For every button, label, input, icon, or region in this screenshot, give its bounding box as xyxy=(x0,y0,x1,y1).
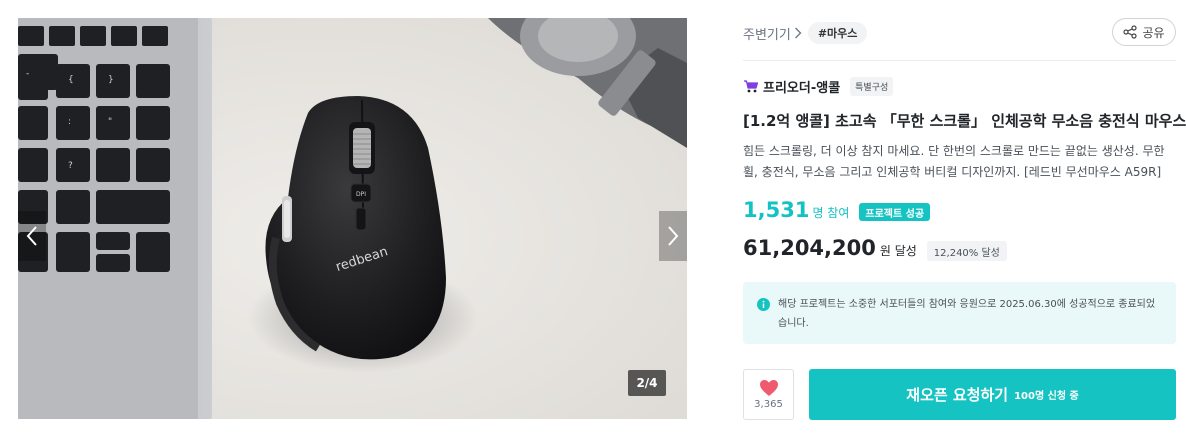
success-badge: 프로젝트 성공 xyxy=(859,203,931,221)
participants-row: 1,531 명 참여 프로젝트 성공 xyxy=(743,198,931,226)
funded-amount-unit: 원 달성 xyxy=(879,244,917,258)
svg-text:": " xyxy=(108,117,112,127)
maker-row: 프리오더-앵콜 특별구성 xyxy=(743,76,894,96)
chevron-right-icon xyxy=(794,27,802,39)
product-description: 힘든 스크롤링, 더 이상 참지 마세요. 단 한번의 스크롤로 만드는 끝없는… xyxy=(743,144,1165,179)
maker-name[interactable]: 프리오더-앵콜 xyxy=(763,77,840,96)
svg-text::: : xyxy=(68,117,71,127)
heart-icon xyxy=(759,380,778,396)
funding-row: 61,204,200 원 달성 12,240% 달성 xyxy=(743,236,1007,266)
notice-text: 해당 프로젝트는 소중한 서포터들의 참여와 응원으로 2025.06.30에 … xyxy=(778,299,1156,329)
product-title: [1.2억 앵콜] 초고속 「무한 스크롤」 인체공학 무소음 충전식 마우스 xyxy=(743,112,1186,130)
maker-cart-icon xyxy=(744,80,759,93)
product-image-gallery[interactable]: - {} : " ? DPI redbean 2/4 xyxy=(18,18,687,419)
product-photo: - {} : " ? DPI redbean xyxy=(18,18,687,419)
category-tag-chip[interactable]: #마우스 xyxy=(807,22,868,44)
header-divider xyxy=(743,60,1176,61)
chevron-left-icon xyxy=(26,226,37,246)
funded-amount: 61,204,200 xyxy=(743,236,876,260)
svg-text:-: - xyxy=(26,69,29,79)
maker-badge: 특별구성 xyxy=(850,76,894,96)
reopen-request-count: 100명 신청 중 xyxy=(1014,391,1079,402)
share-icon xyxy=(1123,25,1138,39)
participants-count: 1,531 xyxy=(743,198,810,222)
breadcrumb: 주변기기 #마우스 xyxy=(743,20,868,46)
svg-text:}: } xyxy=(108,75,114,85)
like-count: 3,365 xyxy=(754,399,783,410)
breadcrumb-category-link[interactable]: 주변기기 xyxy=(743,24,802,43)
svg-text:?: ? xyxy=(68,161,73,171)
share-button[interactable]: 공유 xyxy=(1112,18,1176,46)
info-icon xyxy=(757,298,770,311)
achievement-rate-badge: 12,240% 달성 xyxy=(926,241,1007,261)
breadcrumb-category-label: 주변기기 xyxy=(743,27,791,43)
participants-unit: 명 참여 xyxy=(812,206,850,220)
reopen-request-button[interactable]: 재오픈 요청하기 100명 신청 중 xyxy=(809,369,1176,420)
next-image-button[interactable] xyxy=(659,211,687,261)
svg-text:{: { xyxy=(68,75,74,85)
product-info-panel: 주변기기 #마우스 공유 프리오더-앵콜 특별구성 [1.2억 앵콜] 초고속 … xyxy=(743,0,1186,436)
image-pager: 2/4 xyxy=(628,370,666,396)
svg-text:DPI: DPI xyxy=(356,191,366,198)
like-button[interactable]: 3,365 xyxy=(743,369,794,420)
success-notice: 해당 프로젝트는 소중한 서포터들의 참여와 응원으로 2025.06.30에 … xyxy=(743,282,1176,344)
share-label: 공유 xyxy=(1142,25,1165,40)
reopen-request-label: 재오픈 요청하기 xyxy=(906,386,1009,404)
chevron-right-icon xyxy=(668,226,679,246)
prev-image-button[interactable] xyxy=(18,211,46,261)
